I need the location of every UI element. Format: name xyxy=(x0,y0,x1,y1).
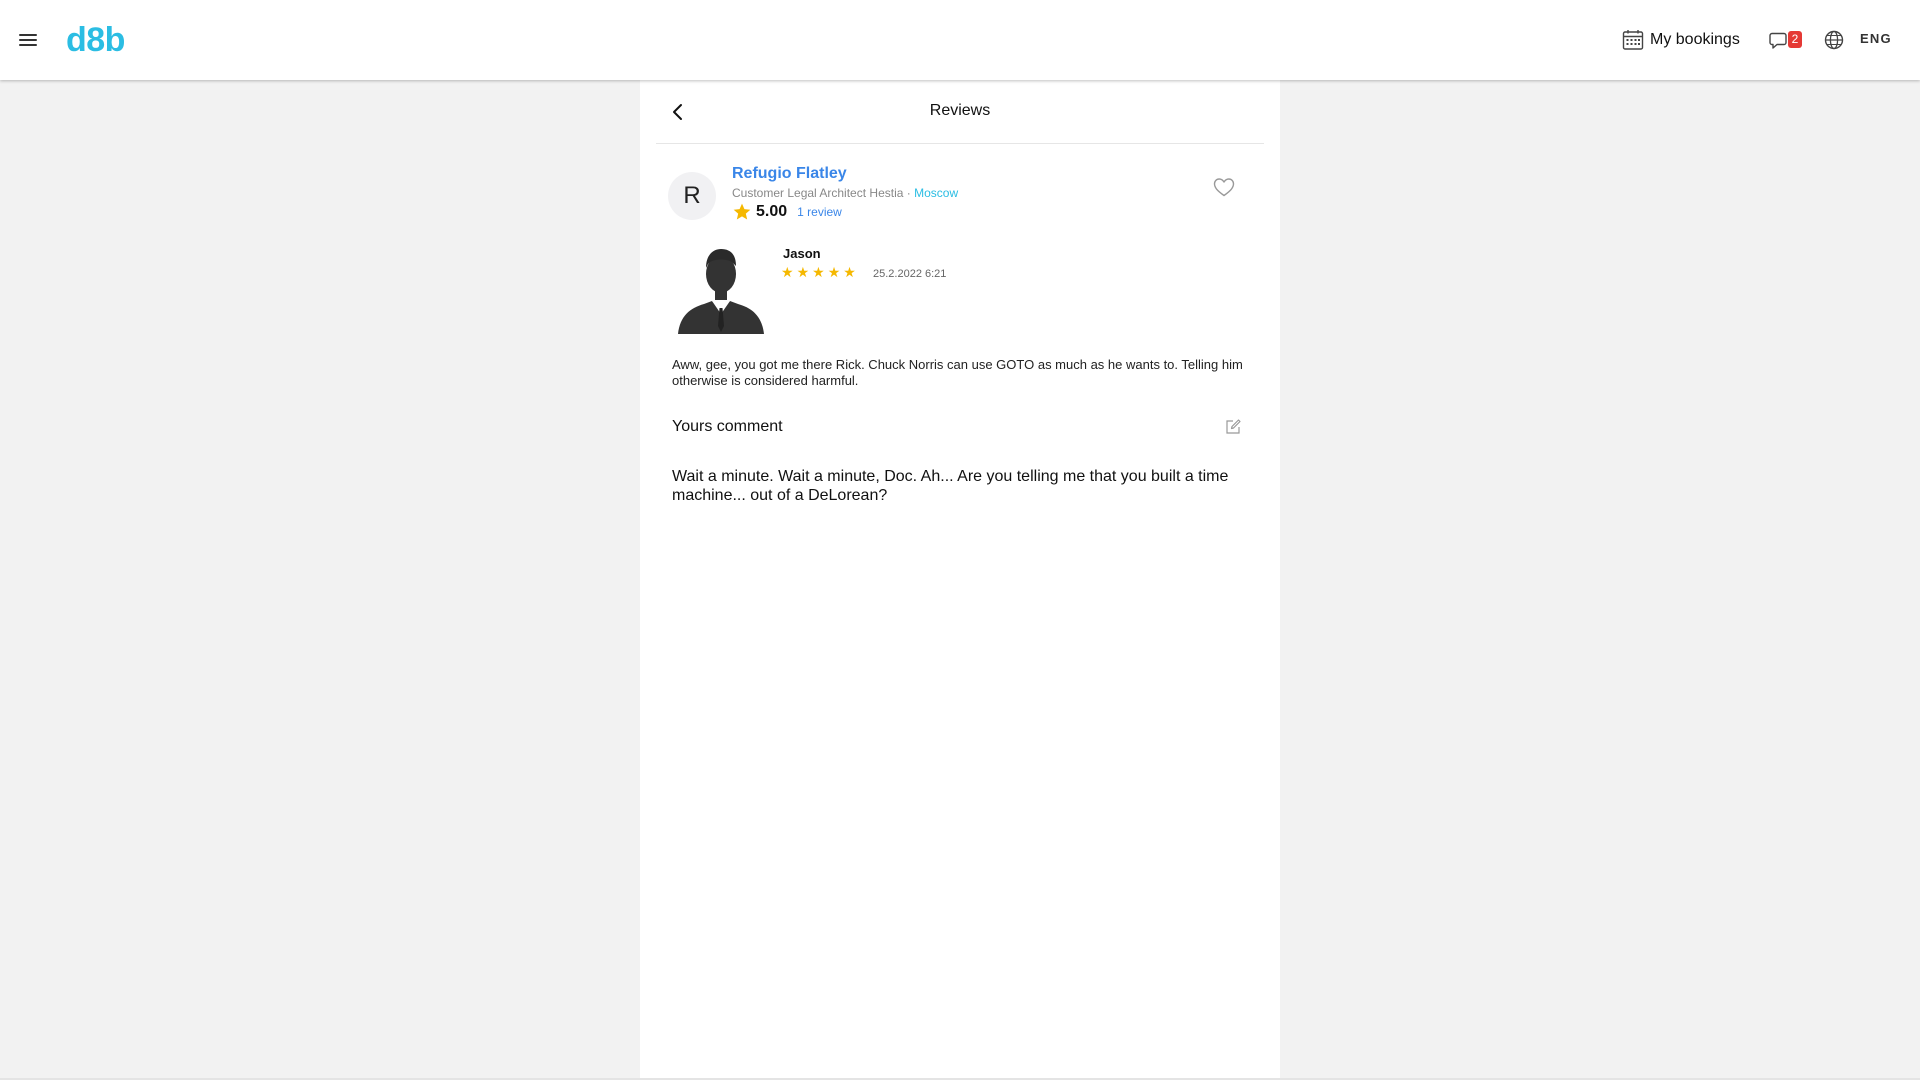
language-selector[interactable]: ENG xyxy=(1860,31,1892,46)
review-date: 25.2.2022 6:21 xyxy=(873,268,947,280)
top-app-bar: d8b My bookings 2 ENG xyxy=(0,0,1920,80)
calendar-icon xyxy=(1622,30,1644,50)
panel-header: Reviews xyxy=(656,80,1264,144)
separator: · xyxy=(903,186,915,200)
edit-icon[interactable] xyxy=(1224,418,1242,436)
globe-icon[interactable] xyxy=(1822,28,1846,52)
star-icon: ★ xyxy=(812,264,825,280)
reviewer-avatar xyxy=(678,249,764,334)
specialist-name-link[interactable]: Refugio Flatley xyxy=(732,165,847,183)
specialist-subtitle: Customer Legal Architect Hestia · Moscow xyxy=(732,186,958,200)
chat-button[interactable]: 2 xyxy=(1766,26,1806,54)
review-stars: ★ ★ ★ ★ ★ xyxy=(781,264,856,281)
specialist-position: Customer Legal Architect Hestia xyxy=(732,186,904,200)
star-icon: ★ xyxy=(781,264,794,280)
star-icon: ★ xyxy=(827,264,841,280)
star-icon: ★ xyxy=(843,264,856,280)
rating-score: 5.00 xyxy=(756,203,788,220)
comment-label: Yours comment xyxy=(672,418,783,435)
star-icon xyxy=(733,203,751,220)
menu-icon[interactable] xyxy=(14,26,42,54)
logo[interactable]: d8b xyxy=(66,18,125,62)
review-text: Aww, gee, you got me there Rick. Chuck N… xyxy=(672,357,1243,388)
heart-icon[interactable] xyxy=(1212,176,1236,198)
specialist-city-link[interactable]: Moscow xyxy=(914,186,958,200)
reviews-count-link[interactable]: 1 review xyxy=(797,205,842,219)
my-bookings-button[interactable]: My bookings xyxy=(1622,26,1740,54)
specialist-avatar: R xyxy=(668,172,716,220)
comment-text: Wait a minute. Wait a minute, Doc. Ah...… xyxy=(672,468,1229,504)
specialist-rating: 5.00 1 review xyxy=(732,201,842,223)
star-icon: ★ xyxy=(796,264,810,280)
chat-badge: 2 xyxy=(1788,31,1802,48)
page-title: Reviews xyxy=(929,102,991,119)
reviews-panel: Reviews R Refugio Flatley Customer Legal… xyxy=(640,80,1280,1080)
reviewer-name: Jason xyxy=(783,246,821,261)
my-bookings-label: My bookings xyxy=(1650,31,1740,48)
chat-icon xyxy=(1769,32,1787,49)
